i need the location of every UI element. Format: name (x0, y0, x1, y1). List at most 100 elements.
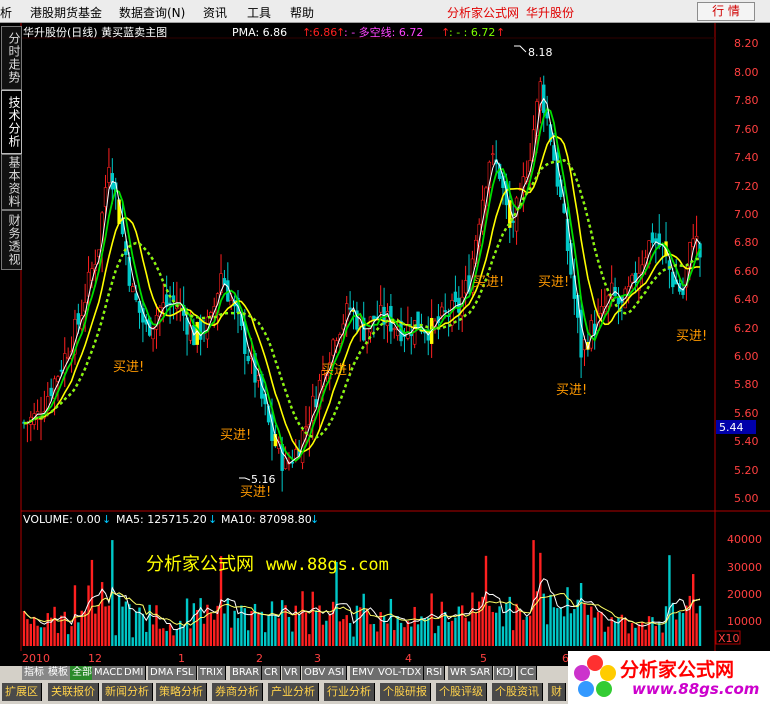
ma5-arrow: ↓ (208, 513, 217, 526)
candle-body (443, 310, 447, 312)
indicator-tab[interactable]: VOL-TDX (376, 666, 425, 680)
candlestick-series (22, 75, 702, 492)
time-label: 3 (314, 652, 321, 665)
indicator-tab[interactable]: CR (262, 666, 281, 680)
volume-bar (331, 601, 335, 646)
chart-area: 华升股份(日线) 黄买蓝卖主图 PMA: 6.86 ↑ :6.86 ↑ : - … (20, 23, 770, 651)
volume-bar (172, 635, 175, 646)
indicator-tab[interactable]: OBV (302, 666, 329, 680)
volume-bar (117, 594, 121, 646)
buy-signal: 买进! (240, 485, 271, 500)
function-tab[interactable]: 个股资讯 (492, 683, 543, 701)
volume-bar (280, 600, 284, 646)
logo-name: 分析家公式网 (620, 659, 735, 681)
function-tab[interactable]: 扩展区 (2, 683, 42, 701)
function-tab[interactable]: 新闻分析 (102, 683, 153, 701)
volume-bar (501, 626, 505, 646)
site-logo: 分析家公式网 www.88gs.com (568, 651, 770, 704)
function-tab[interactable]: 产业分析 (268, 683, 319, 701)
ma-white-line (23, 97, 701, 465)
high-price-label: 8.18 (528, 46, 553, 59)
line4-value: : - : 6.72 (449, 26, 495, 39)
function-tab[interactable]: 策略分析 (156, 683, 207, 701)
volume-bar (647, 616, 651, 646)
tab-intraday[interactable]: 分时走势 (1, 26, 22, 90)
volume-bar (515, 603, 518, 646)
volume-bar (202, 623, 206, 646)
function-tab[interactable]: 个股评级 (436, 683, 487, 701)
volume-tick: 40000 (727, 533, 762, 546)
volume-bar (692, 574, 695, 646)
volume-bar (437, 625, 440, 646)
volume-bar (32, 616, 36, 646)
volume-bar (287, 616, 291, 646)
candle-body (416, 311, 420, 329)
indicator-tab[interactable]: EMV (350, 666, 377, 680)
tab-fundamentals[interactable]: 基本资料 (1, 154, 22, 210)
indicator-tab[interactable]: DMA (148, 666, 177, 680)
pma-value: PMA: 6.86 (232, 26, 287, 39)
volume-bar (114, 635, 117, 646)
candle-body (195, 322, 199, 345)
volume-bar (342, 619, 345, 646)
volume-bar (90, 559, 94, 646)
indicator-tab[interactable]: DMI (122, 666, 147, 680)
volume-bar (467, 621, 471, 646)
candle-body (76, 313, 81, 325)
tab-technical-analysis[interactable]: 技术分析 (1, 90, 22, 154)
indicator-tab[interactable]: 模板 (46, 666, 71, 680)
volume-bar (104, 606, 107, 646)
indicator-tab[interactable]: TRIX (198, 666, 226, 680)
low-marker-pointer (239, 477, 251, 481)
volume-bar (43, 627, 46, 646)
indicator-tab[interactable]: BRAR (230, 666, 263, 680)
ma-green-line (23, 107, 701, 462)
volume-bar (182, 626, 185, 646)
indicator-tab[interactable]: WR (448, 666, 470, 680)
chart-title: 华升股份(日线) 黄买蓝卖主图 (23, 25, 167, 39)
volume-bar (321, 624, 325, 646)
volume-bar (128, 604, 131, 646)
indicator-tab[interactable]: 指标 (22, 666, 47, 680)
volume-bar (267, 615, 270, 646)
volume-ma5-value: MA5: 125715.20 (116, 513, 207, 526)
indicator-tab[interactable]: ASI (326, 666, 348, 680)
volume-bar (654, 625, 658, 646)
price-tick: 5.00 (734, 492, 759, 505)
volume-bar (359, 607, 362, 646)
function-tab[interactable]: 个股研报 (380, 683, 431, 701)
function-tab[interactable]: 行业分析 (324, 683, 375, 701)
price-tick: 7.40 (734, 151, 759, 164)
volume-bar (223, 613, 226, 646)
indicator-tab[interactable]: SAR (468, 666, 494, 680)
long-short-line-green (23, 159, 701, 439)
volume-bar (518, 610, 522, 646)
indicator-tab[interactable]: RSI (424, 666, 446, 680)
indicator-tab[interactable]: CC (518, 666, 537, 680)
price-tick: 5.80 (734, 378, 759, 391)
candle-body (348, 307, 352, 310)
tab-financials[interactable]: 财务透视 (1, 210, 22, 270)
indicator-tab[interactable]: VR (282, 666, 301, 680)
price-tick: 7.20 (734, 180, 759, 193)
function-tab[interactable]: 财 (548, 683, 566, 701)
candle-body (392, 328, 396, 330)
indicator-tab[interactable]: FSL (174, 666, 197, 680)
volume-bar (522, 619, 525, 646)
function-tab[interactable]: 关联报价 (48, 683, 99, 701)
price-tick: 7.00 (734, 208, 759, 221)
time-label: 4 (405, 652, 412, 665)
volume-bar (454, 617, 457, 646)
volume-bar (600, 611, 603, 646)
buy-signal: 买进! (113, 360, 144, 375)
volume-bar (410, 626, 413, 646)
function-tab[interactable]: 券商分析 (212, 683, 263, 701)
volume-bar (562, 616, 566, 646)
volume-bar (494, 612, 498, 646)
volume-bar (70, 626, 73, 646)
candle-body (107, 167, 111, 183)
indicator-tab[interactable]: KDJ (494, 666, 517, 680)
buy-signal: 买进! (538, 275, 569, 290)
volume-bar (430, 593, 433, 646)
volume-bar (505, 602, 508, 646)
